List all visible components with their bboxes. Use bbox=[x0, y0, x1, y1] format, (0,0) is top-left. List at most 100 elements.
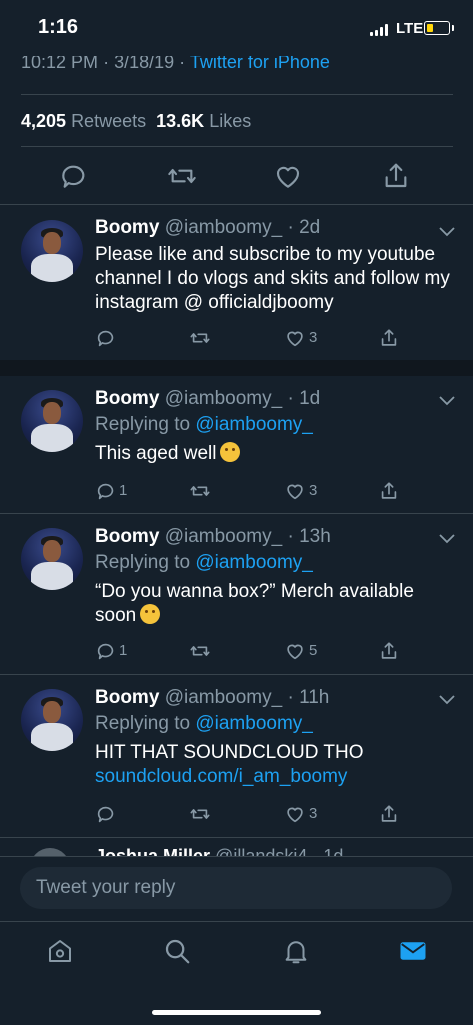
tweet-header: Boomy @iamboomy_ · 2d bbox=[95, 217, 320, 239]
tweet-stats: 4,205 Retweets 13.6K Likes bbox=[21, 111, 251, 132]
likes-label[interactable]: Likes bbox=[209, 111, 251, 131]
avatar[interactable] bbox=[21, 528, 83, 590]
retweet-icon[interactable] bbox=[166, 160, 200, 194]
tweet-body: HIT THAT SOUNDCLOUD THO soundcloud.com/i… bbox=[95, 741, 455, 789]
search-icon[interactable] bbox=[162, 936, 192, 966]
status-bar: 1:16 LTE bbox=[0, 0, 473, 56]
author-handle[interactable]: @iamboomy_ bbox=[165, 217, 283, 238]
tweet-actions: 3 bbox=[95, 803, 397, 825]
likes-count[interactable]: 13.6K bbox=[156, 111, 204, 131]
replying-to: Replying to @iamboomy_ bbox=[95, 552, 313, 574]
replying-to-handle[interactable]: @iamboomy_ bbox=[195, 552, 313, 573]
author-name[interactable]: Boomy bbox=[95, 388, 159, 409]
status-time: 1:16 bbox=[38, 16, 79, 38]
share-icon[interactable] bbox=[380, 160, 414, 194]
signal-icon bbox=[370, 24, 390, 36]
author-name[interactable]: Boomy bbox=[95, 217, 159, 238]
dot-separator: · bbox=[282, 526, 300, 547]
replying-to-handle[interactable]: @iamboomy_ bbox=[195, 414, 313, 435]
notifications-icon[interactable] bbox=[281, 936, 311, 966]
reply-tweet[interactable]: Boomy @iamboomy_ · 13h Replying to @iamb… bbox=[0, 514, 473, 674]
tweet-header: Boomy @iamboomy_ · 11h bbox=[95, 687, 329, 709]
divider bbox=[21, 94, 453, 95]
dot-separator: · bbox=[282, 388, 300, 409]
like-icon[interactable] bbox=[284, 640, 306, 662]
author-name[interactable]: Boomy bbox=[95, 526, 159, 547]
avatar[interactable] bbox=[21, 220, 83, 282]
author-handle[interactable]: @iamboomy_ bbox=[165, 526, 283, 547]
messages-icon[interactable] bbox=[398, 936, 428, 966]
home-icon[interactable] bbox=[45, 936, 75, 966]
reply-input-placeholder: Tweet your reply bbox=[36, 877, 176, 898]
author-handle[interactable]: @iamboomy_ bbox=[165, 687, 283, 708]
like-count: 3 bbox=[309, 805, 318, 822]
avatar[interactable] bbox=[21, 390, 83, 452]
reply-tweet[interactable]: Boomy @iamboomy_ · 1d Replying to @iambo… bbox=[0, 376, 473, 513]
like-count: 3 bbox=[309, 329, 318, 346]
like-count: 3 bbox=[309, 482, 318, 499]
share-icon[interactable] bbox=[378, 803, 400, 825]
tweet-header: Joshua Miller @illandski4 · 1d bbox=[95, 846, 343, 856]
tweet-body: “Do you wanna box?” Merch available soon bbox=[95, 580, 455, 628]
chevron-down-icon[interactable] bbox=[438, 225, 456, 237]
author-name[interactable]: Boomy bbox=[95, 687, 159, 708]
battery-icon bbox=[424, 21, 454, 35]
retweet-icon[interactable] bbox=[189, 640, 211, 662]
retweet-icon[interactable] bbox=[189, 803, 211, 825]
reply-icon[interactable] bbox=[58, 160, 92, 194]
tweet-body: This aged well bbox=[95, 442, 455, 466]
tweet-text: This aged well bbox=[95, 443, 217, 464]
reply-icon[interactable] bbox=[95, 327, 117, 349]
thinking-face-emoji bbox=[220, 442, 241, 462]
reply-count: 1 bbox=[119, 482, 128, 499]
like-icon[interactable] bbox=[272, 160, 306, 194]
tweet-actions: 1 3 bbox=[95, 480, 397, 502]
reply-icon[interactable] bbox=[95, 803, 117, 825]
replying-to-handle[interactable]: @iamboomy_ bbox=[195, 713, 313, 734]
replying-to: Replying to @iamboomy_ bbox=[95, 713, 313, 735]
retweet-icon[interactable] bbox=[189, 327, 211, 349]
reply-tweet[interactable]: Boomy @iamboomy_ · 11h Replying to @iamb… bbox=[0, 675, 473, 837]
avatar[interactable] bbox=[21, 689, 83, 751]
share-icon[interactable] bbox=[378, 480, 400, 502]
tweet-actions: 3 bbox=[95, 327, 397, 349]
reply-tweet-partial[interactable]: Joshua Miller @illandski4 · 1d bbox=[0, 840, 473, 856]
retweets-label[interactable]: Retweets bbox=[71, 111, 146, 131]
chevron-down-icon[interactable] bbox=[438, 394, 456, 406]
share-icon[interactable] bbox=[378, 640, 400, 662]
tweet-header: Boomy @iamboomy_ · 1d bbox=[95, 388, 320, 410]
like-icon[interactable] bbox=[284, 327, 306, 349]
thread-gap bbox=[0, 360, 473, 376]
avatar[interactable] bbox=[30, 848, 70, 856]
dot-separator: · bbox=[282, 687, 300, 708]
reply-icon[interactable] bbox=[95, 640, 117, 662]
reply-input[interactable]: Tweet your reply bbox=[20, 867, 452, 909]
replying-prefix: Replying to bbox=[95, 414, 191, 435]
like-count: 5 bbox=[309, 642, 318, 659]
tweet-link[interactable]: soundcloud.com/i_am_boomy bbox=[95, 765, 455, 789]
kissing-face-emoji bbox=[140, 604, 161, 624]
author-name[interactable]: Joshua Miller bbox=[95, 846, 210, 856]
retweets-count[interactable]: 4,205 bbox=[21, 111, 66, 131]
like-icon[interactable] bbox=[284, 803, 306, 825]
author-handle[interactable]: @illandski4 bbox=[215, 846, 307, 856]
chevron-down-icon[interactable] bbox=[438, 693, 456, 705]
network-label: LTE bbox=[396, 20, 424, 37]
author-handle[interactable]: @iamboomy_ bbox=[165, 388, 283, 409]
tweet-actions: 1 5 bbox=[95, 640, 397, 662]
like-icon[interactable] bbox=[284, 480, 306, 502]
tweet-age: 13h bbox=[299, 526, 331, 547]
reply-count: 1 bbox=[119, 642, 128, 659]
tab-bar bbox=[0, 921, 473, 1025]
reply-icon[interactable] bbox=[95, 480, 117, 502]
reply-tweet[interactable]: Boomy @iamboomy_ · 2d Please like and su… bbox=[0, 205, 473, 360]
replying-prefix: Replying to bbox=[95, 713, 191, 734]
share-icon[interactable] bbox=[378, 327, 400, 349]
retweet-icon[interactable] bbox=[189, 480, 211, 502]
tweet-header: Boomy @iamboomy_ · 13h bbox=[95, 526, 331, 548]
tweet-age: 11h bbox=[299, 687, 330, 708]
tweet-text: HIT THAT SOUNDCLOUD THO bbox=[95, 742, 364, 763]
divider bbox=[0, 837, 473, 838]
replying-prefix: Replying to bbox=[95, 552, 191, 573]
chevron-down-icon[interactable] bbox=[438, 532, 456, 544]
